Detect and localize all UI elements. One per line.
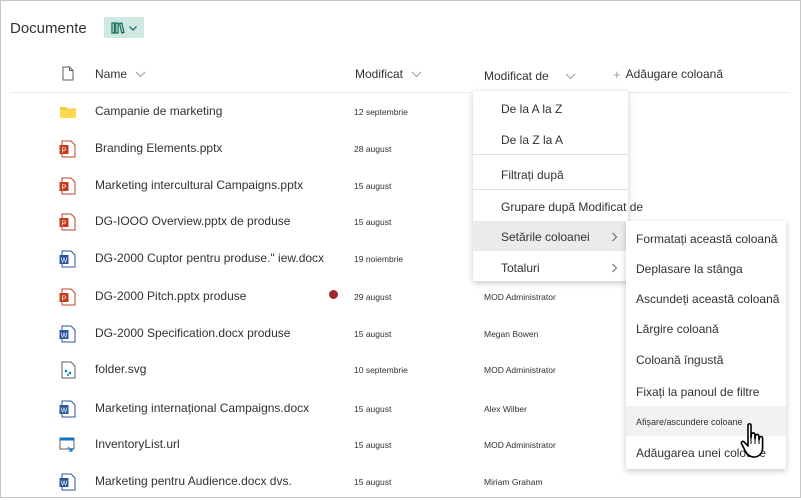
chevron-down-icon [565,73,576,80]
table-row[interactable]: P Marketing intercultural Campaigns.pptx… [10,167,790,204]
modified-date: 28 august [354,144,392,154]
menu-item-label: Lărgire coloană [636,322,719,336]
modified-date: 15 august [354,477,392,487]
file-name[interactable]: Marketing internațional Campaigns.docx [95,401,309,415]
menu-item-widen-column[interactable]: Lărgire coloană [626,313,786,343]
alert-status-icon [329,290,338,299]
file-name[interactable]: Marketing intercultural Campaigns.pptx [95,178,303,192]
modified-by: Alex Wilber [484,404,527,414]
menu-item-sort-z-a[interactable]: De la Z la A [473,124,628,154]
modified-date: 15 august [354,181,392,191]
menu-item-group-by[interactable]: Grupare după Modificat de [473,191,643,221]
powerpoint-icon: P [59,288,76,306]
menu-item-label: Fixați la panoul de filtre [636,385,760,399]
chevron-down-icon [128,25,137,31]
file-name[interactable]: InventoryList.url [95,437,180,451]
file-type-header-icon[interactable] [62,66,74,81]
menu-item-label: Setările coloanei [501,230,590,244]
column-header-modified-by[interactable]: Modificat de [484,64,576,88]
file-name[interactable]: Campanie de marketing [95,104,222,118]
svg-text:P: P [62,296,67,303]
column-header-modified-label: Modificat [355,67,404,81]
table-row[interactable]: P Branding Elements.pptx 28 august [10,130,790,167]
svg-text:W: W [61,333,68,340]
plus-icon: + [613,66,621,82]
modified-date: 29 august [354,292,392,302]
chevron-down-icon [135,71,146,78]
menu-item-label: Ascundeți această coloană [636,292,780,306]
modified-date: 15 august [354,404,392,414]
modified-by: MOD Administrator [484,292,556,302]
svg-text:P: P [62,185,67,192]
modified-by: MOD Administrator [484,365,556,375]
word-icon: W [59,400,76,418]
modified-date: 19 noiembrie [354,254,404,264]
modified-date: 15 august [354,440,392,450]
modified-date: 10 septembrie [354,365,408,375]
menu-item-label: Grupare după Modificat de [501,200,644,214]
word-icon: W [59,325,76,343]
view-switcher-button[interactable] [104,17,144,38]
svg-text:W: W [61,408,68,415]
svg-text:P: P [62,221,67,228]
modified-date: 15 august [354,329,392,339]
file-name[interactable]: DG-2000 Pitch.pptx produse [95,289,246,303]
menu-item-narrow-column[interactable]: Coloană îngustă [626,344,786,374]
svg-text:P: P [62,148,67,155]
menu-item-move-left[interactable]: Deplasare la stânga [626,253,786,283]
modified-by: Megan Bowen [484,329,539,339]
menu-item-label: Totaluri [501,261,540,275]
folder-icon [60,107,76,118]
menu-item-totals[interactable]: Totaluri [473,252,628,282]
modified-date: 12 septembrie [354,107,408,117]
file-name[interactable]: folder.svg [95,362,146,376]
menu-item-label: De la Z la A [501,133,564,147]
chevron-right-icon [612,232,618,242]
column-header-name-label: Name [95,67,128,81]
menu-item-label: Deplasare la stânga [636,262,743,276]
menu-item-column-settings[interactable]: Setările coloanei [473,221,628,251]
hand-pointer-cursor-icon [740,423,764,458]
svg-text:W: W [61,258,68,265]
modified-date: 15 august [354,217,392,227]
powerpoint-icon: P [59,177,76,195]
powerpoint-icon: P [59,213,76,231]
add-column-button[interactable]: + Adăugare coloană [613,62,723,86]
image-file-icon [61,361,76,379]
modified-by: MOD Administrator [484,440,556,450]
word-icon: W [59,250,76,268]
column-header-name[interactable]: Name [95,62,146,86]
table-row[interactable]: Campanie de marketing 12 septembrie [10,93,790,130]
file-name[interactable]: DG-IOOO Overview.pptx de produse [95,214,290,228]
menu-item-filter-by[interactable]: Filtrați după [473,159,628,189]
page-title: Documente [10,20,87,37]
chevron-right-icon [612,263,618,273]
menu-item-label: Afișare/ascundere coloane [636,417,743,427]
menu-item-format-column[interactable]: Formatați această coloană [626,223,786,253]
file-name[interactable]: Branding Elements.pptx [95,141,222,155]
modified-by: Miriam Graham [484,477,543,487]
menu-item-pin-to-filters[interactable]: Fixați la panoul de filtre [626,376,786,406]
column-context-menu: De la A la Z De la Z la A Filtrați după … [473,91,643,282]
menu-item-label: Filtrați după [501,168,564,182]
file-name[interactable]: Marketing pentru Audience.docx dvs. [95,474,292,488]
chevron-down-icon [411,71,422,78]
powerpoint-icon: P [59,140,76,158]
add-column-label: Adăugare coloană [625,67,724,81]
svg-text:W: W [61,481,68,488]
word-icon: W [59,473,76,491]
column-header-modified[interactable]: Modificat [355,62,422,86]
menu-divider [473,154,628,155]
file-name[interactable]: DG-2000 Specification.docx produse [95,326,290,340]
menu-item-label: Formatați această coloană [636,232,778,246]
menu-item-hide-column[interactable]: Ascundeți această coloană [626,283,786,313]
file-name[interactable]: DG-2000 Cuptor pentru produse." iew.docx [95,251,324,265]
column-header-modified-by-label: Modificat de [484,69,549,83]
menu-item-label: Coloană îngustă [636,353,724,367]
link-file-icon [59,437,75,452]
menu-item-sort-a-z[interactable]: De la A la Z [473,93,628,123]
menu-item-label: De la A la Z [501,102,563,116]
library-view-icon [110,21,125,34]
menu-divider [473,189,628,190]
